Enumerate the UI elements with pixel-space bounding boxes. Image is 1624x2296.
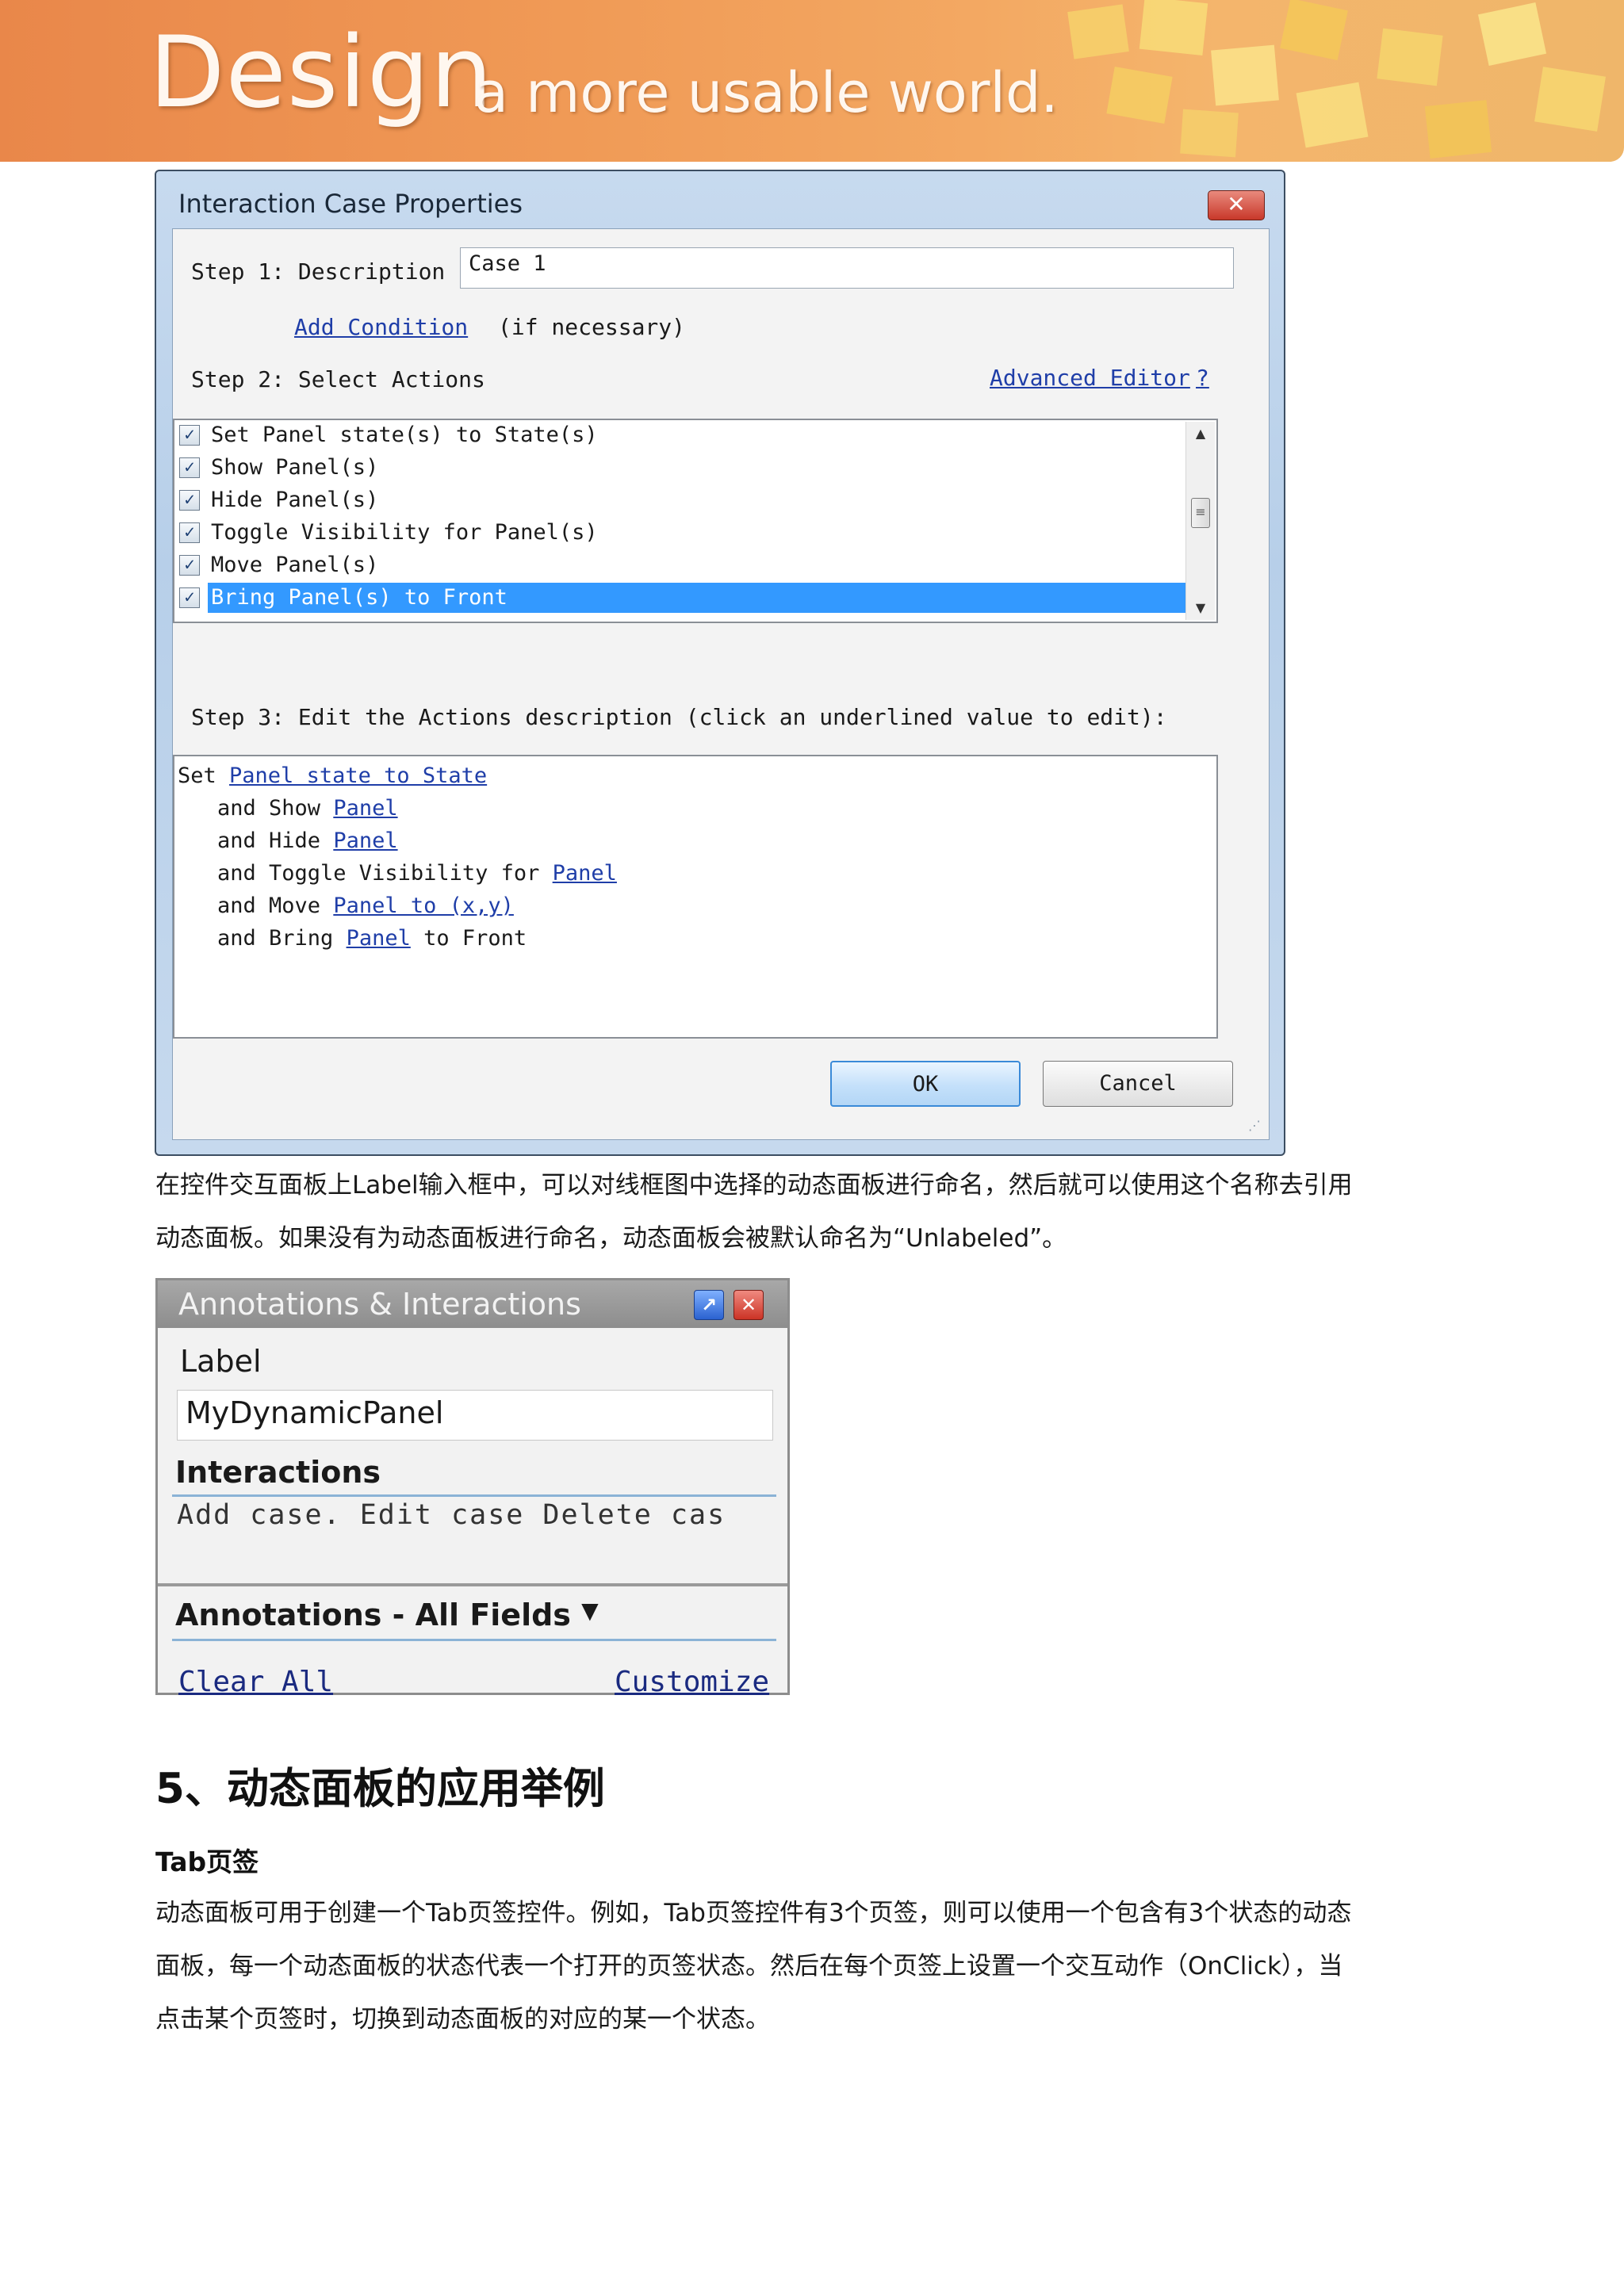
scroll-down-icon[interactable]: ▼ <box>1186 596 1215 620</box>
logo-tagline: a more usable world. <box>474 60 1059 125</box>
step1-label: Step 1: Description <box>191 258 446 285</box>
description-line: and Hide Panel <box>217 828 398 853</box>
description-line: and Bring Panel to Front <box>217 926 527 951</box>
panel-to-xy-link[interactable]: Panel to (x,y) <box>333 894 514 918</box>
checkbox-checked-icon[interactable]: ✓ <box>179 587 200 608</box>
panel-link[interactable]: Panel <box>347 926 411 951</box>
section-heading: 5、动态面板的应用举例 <box>155 1765 605 1813</box>
actions-listbox[interactable]: ✓ Set Panel state(s) to State(s) ✓ Show … <box>173 419 1218 623</box>
actions-description-box: Set Panel state to State and Show Panel … <box>173 755 1218 1039</box>
label-input[interactable]: MyDynamicPanel <box>177 1390 773 1441</box>
action-item[interactable]: ✓ Set Panel state(s) to State(s) <box>179 420 1186 450</box>
divider <box>172 1494 776 1497</box>
action-item[interactable]: ✓ Move Panel(s) <box>179 550 1186 580</box>
panel-link[interactable]: Panel <box>333 796 397 821</box>
listbox-scrollbar[interactable]: ▲ ≡ ▼ <box>1185 422 1215 620</box>
step2-label: Step 2: Select Actions <box>191 366 485 392</box>
customize-link[interactable]: Customize <box>615 1666 769 1698</box>
checkbox-checked-icon[interactable]: ✓ <box>179 555 200 576</box>
advanced-editor-link[interactable]: Advanced Editor <box>990 365 1190 391</box>
paragraph-label-naming: 在控件交互面板上Label输入框中，可以对线框图中选择的动态面板进行命名，然后就… <box>155 1171 1353 1253</box>
checkbox-checked-icon[interactable]: ✓ <box>179 425 200 446</box>
interactions-heading: Interactions <box>175 1455 381 1490</box>
dropdown-arrow-icon[interactable]: ▼ <box>581 1598 599 1624</box>
section-separator <box>158 1583 787 1586</box>
panel-title: Annotations & Interactions <box>178 1287 581 1322</box>
help-link[interactable]: ? <box>1196 365 1209 391</box>
panel-header: Annotations & Interactions ↗ ✕ <box>158 1280 787 1328</box>
description-line: and Show Panel <box>217 796 398 821</box>
dialog-title: Interaction Case Properties <box>178 189 523 219</box>
if-necessary-text: (if necessary) <box>498 314 686 340</box>
header-banner: Design a more usable world. <box>0 0 1624 162</box>
step3-label: Step 3: Edit the Actions description (cl… <box>191 704 1167 730</box>
subsection-heading: Tab页签 <box>155 1846 259 1877</box>
scroll-thumb[interactable]: ≡ <box>1191 498 1210 528</box>
annotations-fields-dropdown[interactable]: Annotations - All Fields ▼ <box>175 1598 599 1632</box>
panel-link[interactable]: Panel <box>333 828 397 853</box>
label-caption: Label <box>180 1344 262 1379</box>
checkbox-checked-icon[interactable]: ✓ <box>179 457 200 478</box>
action-item[interactable]: ✓ Toggle Visibility for Panel(s) <box>179 518 1186 548</box>
close-icon[interactable]: ✕ <box>1208 190 1265 220</box>
annotations-interactions-panel: Annotations & Interactions ↗ ✕ Label MyD… <box>155 1278 790 1698</box>
scroll-up-icon[interactable]: ▲ <box>1186 422 1215 446</box>
description-line: and Toggle Visibility for Panel <box>217 861 617 886</box>
panel-state-link[interactable]: Panel state to State <box>229 763 487 788</box>
action-item[interactable]: ✓ Hide Panel(s) <box>179 485 1186 515</box>
clear-all-link[interactable]: Clear All <box>178 1666 333 1698</box>
description-input[interactable]: Case 1 <box>460 247 1234 289</box>
description-line: and Move Panel to (x,y) <box>217 894 514 918</box>
action-item[interactable]: ✓ Show Panel(s) <box>179 453 1186 483</box>
cancel-button[interactable]: Cancel <box>1043 1061 1233 1107</box>
paragraph-tab-example: 动态面板可用于创建一个Tab页签控件。例如，Tab页签控件有3个页签，则可以使用… <box>155 1899 1352 2034</box>
ok-button[interactable]: OK <box>830 1061 1021 1107</box>
action-item-selected[interactable]: ✓ Bring Panel(s) to Front <box>179 583 1186 613</box>
case-actions-text[interactable]: Add case. Edit case Delete cas <box>177 1499 726 1531</box>
logo-design: Design <box>149 16 494 130</box>
add-condition-link[interactable]: Add Condition <box>294 314 468 340</box>
checkbox-checked-icon[interactable]: ✓ <box>179 490 200 511</box>
close-icon[interactable]: ✕ <box>733 1290 764 1320</box>
sticky-notes-decoration <box>1067 0 1606 159</box>
divider <box>172 1639 776 1641</box>
resize-grip-icon[interactable]: ⋰ <box>1248 1118 1618 2291</box>
description-line: Set Panel state to State <box>178 763 488 788</box>
checkbox-checked-icon[interactable]: ✓ <box>179 522 200 543</box>
panel-link[interactable]: Panel <box>553 861 617 886</box>
popout-icon[interactable]: ↗ <box>694 1290 724 1320</box>
